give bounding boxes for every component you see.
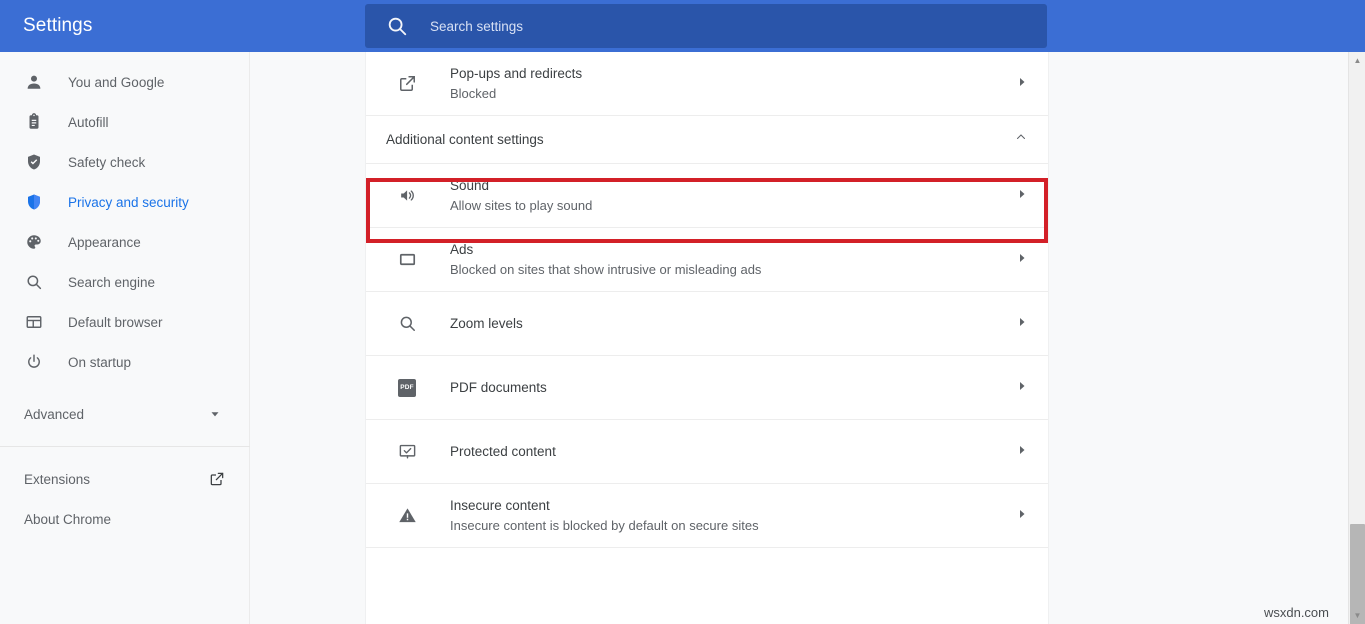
setting-row-zoom-levels[interactable]: Zoom levels	[366, 292, 1048, 356]
sidebar-item-label: You and Google	[68, 75, 164, 90]
sidebar-item-you-and-google[interactable]: You and Google	[0, 62, 249, 102]
chevron-right-icon	[1016, 251, 1028, 269]
sidebar-item-label: Default browser	[68, 315, 163, 330]
setting-row-texts: Pop-ups and redirects Blocked	[450, 64, 1016, 103]
chevron-right-icon	[1016, 187, 1028, 205]
setting-row-texts: Sound Allow sites to play sound	[450, 176, 1016, 215]
setting-title: Zoom levels	[450, 314, 1016, 333]
clipboard-icon	[24, 112, 44, 132]
search-icon	[396, 313, 418, 335]
setting-row-popups-and-redirects[interactable]: Pop-ups and redirects Blocked	[366, 52, 1048, 116]
setting-row-protected-content[interactable]: Protected content	[366, 420, 1048, 484]
sidebar-item-privacy-and-security[interactable]: Privacy and security	[0, 182, 249, 222]
palette-icon	[24, 232, 44, 252]
ad-banner-icon	[396, 249, 418, 271]
chevron-right-icon	[1016, 443, 1028, 461]
shield-icon	[24, 192, 44, 212]
setting-row-sound[interactable]: Sound Allow sites to play sound	[366, 164, 1048, 228]
open-in-new-icon	[396, 73, 418, 95]
sidebar-item-label: Privacy and security	[68, 195, 189, 210]
setting-title: Ads	[450, 240, 1016, 259]
sidebar-item-autofill[interactable]: Autofill	[0, 102, 249, 142]
setting-title: Protected content	[450, 442, 1016, 461]
sidebar-item-extensions[interactable]: Extensions	[0, 459, 249, 499]
sidebar-item-label: Autofill	[68, 115, 109, 130]
main-content: Pop-ups and redirects Blocked Additional…	[250, 52, 1365, 624]
setting-row-texts: Insecure content Insecure content is blo…	[450, 496, 1016, 535]
body-area: You and Google Autofill Safety chec	[0, 52, 1365, 624]
sidebar-item-default-browser[interactable]: Default browser	[0, 302, 249, 342]
sidebar-item-search-engine[interactable]: Search engine	[0, 262, 249, 302]
setting-title: Pop-ups and redirects	[450, 64, 1016, 83]
scroll-down-arrow-icon[interactable]: ▼	[1349, 607, 1365, 624]
setting-subtitle: Blocked	[450, 84, 1016, 103]
page-scrollbar[interactable]: ▲ ▼	[1348, 52, 1365, 624]
sidebar-item-label: Search engine	[68, 275, 155, 290]
browser-window-icon	[24, 312, 44, 332]
chevron-right-icon	[1016, 315, 1028, 333]
chevron-right-icon	[1016, 379, 1028, 397]
setting-group-label: Additional content settings	[386, 132, 1014, 147]
speaker-icon	[396, 185, 418, 207]
sidebar-item-label: On startup	[68, 355, 131, 370]
sidebar: You and Google Autofill Safety chec	[0, 52, 250, 624]
card-filler	[366, 548, 1048, 608]
power-icon	[24, 352, 44, 372]
page-title: Settings	[0, 15, 365, 37]
setting-row-texts: PDF documents	[450, 378, 1016, 397]
setting-group-additional-content-settings[interactable]: Additional content settings	[366, 116, 1048, 164]
search-icon	[386, 15, 408, 37]
sidebar-item-label: Appearance	[68, 235, 141, 250]
shield-check-icon	[24, 152, 44, 172]
watermark: wsxdn.com	[1264, 605, 1329, 620]
search-box[interactable]	[365, 4, 1047, 48]
chevron-down-icon	[205, 404, 225, 424]
pdf-icon: PDF	[396, 377, 418, 399]
search-icon	[24, 272, 44, 292]
setting-subtitle: Blocked on sites that show intrusive or …	[450, 260, 1016, 279]
monitor-check-icon	[396, 441, 418, 463]
sidebar-item-label: Safety check	[68, 155, 145, 170]
scrollbar-track[interactable]	[1349, 69, 1365, 524]
top-bar: Settings	[0, 0, 1365, 52]
sidebar-item-label: About Chrome	[24, 512, 111, 527]
setting-row-texts: Protected content	[450, 442, 1016, 461]
setting-row-insecure-content[interactable]: Insecure content Insecure content is blo…	[366, 484, 1048, 548]
setting-title: Insecure content	[450, 496, 1016, 515]
open-in-new-icon	[207, 469, 227, 489]
settings-card: Pop-ups and redirects Blocked Additional…	[366, 52, 1048, 624]
search-input[interactable]	[430, 11, 990, 41]
settings-page: Settings You and Google	[0, 0, 1365, 624]
sidebar-item-appearance[interactable]: Appearance	[0, 222, 249, 262]
warning-triangle-icon	[396, 505, 418, 527]
setting-title: PDF documents	[450, 378, 1016, 397]
chevron-right-icon	[1016, 75, 1028, 93]
sidebar-item-on-startup[interactable]: On startup	[0, 342, 249, 382]
sidebar-item-advanced[interactable]: Advanced	[0, 394, 249, 434]
setting-row-pdf-documents[interactable]: PDF PDF documents	[366, 356, 1048, 420]
sidebar-item-label: Extensions	[24, 472, 90, 487]
setting-title: Sound	[450, 176, 1016, 195]
setting-row-texts: Zoom levels	[450, 314, 1016, 333]
setting-subtitle: Allow sites to play sound	[450, 196, 1016, 215]
sidebar-item-about-chrome[interactable]: About Chrome	[0, 499, 249, 539]
setting-row-ads[interactable]: Ads Blocked on sites that show intrusive…	[366, 228, 1048, 292]
setting-row-texts: Ads Blocked on sites that show intrusive…	[450, 240, 1016, 279]
person-icon	[24, 72, 44, 92]
setting-subtitle: Insecure content is blocked by default o…	[450, 516, 1016, 535]
chevron-right-icon	[1016, 507, 1028, 525]
sidebar-item-label: Advanced	[24, 407, 84, 422]
sidebar-divider	[0, 446, 250, 447]
chevron-up-icon	[1014, 130, 1028, 149]
scroll-up-arrow-icon[interactable]: ▲	[1349, 52, 1365, 69]
sidebar-item-safety-check[interactable]: Safety check	[0, 142, 249, 182]
